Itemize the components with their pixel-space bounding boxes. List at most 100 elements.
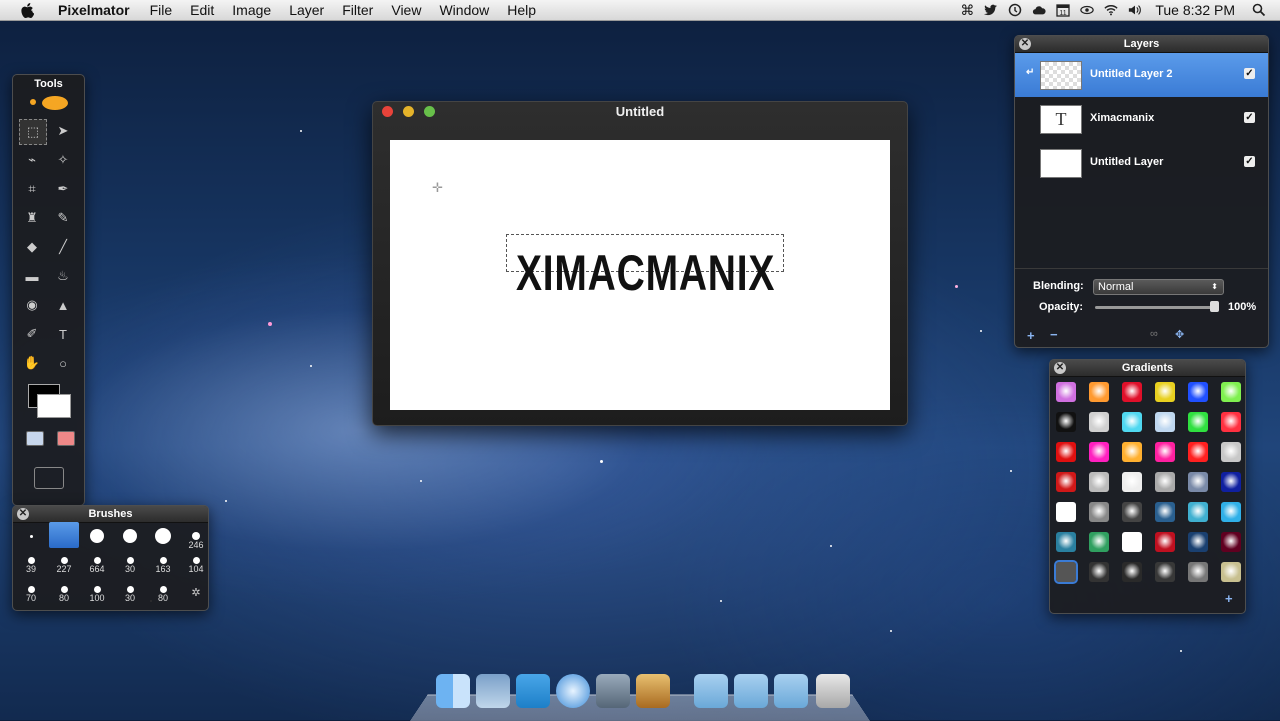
layer-settings-icon[interactable]: ✥ [1175, 328, 1184, 341]
mail-icon[interactable] [476, 674, 510, 708]
blending-select[interactable]: Normal ⬍ [1093, 279, 1224, 295]
pixelmator-app-icon[interactable] [636, 674, 670, 708]
menu-view[interactable]: View [382, 0, 430, 20]
gradient-swatch[interactable] [1188, 442, 1208, 462]
background-color-swatch[interactable] [37, 394, 71, 418]
gradient-swatch[interactable] [1221, 472, 1241, 492]
brush-preset[interactable]: 39 [16, 557, 46, 574]
gradient-swatch[interactable] [1056, 412, 1076, 432]
gradient-swatch[interactable] [1221, 502, 1241, 522]
menu-file[interactable]: File [141, 0, 182, 20]
layer-visibility-checkbox[interactable]: ✓ [1244, 112, 1255, 123]
brush-preset[interactable] [82, 528, 112, 543]
brush-preset[interactable]: 227 [49, 557, 79, 574]
gradient-swatch[interactable] [1089, 412, 1109, 432]
crop-tool-icon[interactable]: ⌗ [19, 177, 45, 201]
close-window-button[interactable] [382, 106, 393, 117]
layer-row-ximacmanix[interactable]: T Ximacmanix ✓ [1015, 97, 1268, 141]
gradient-swatch[interactable] [1089, 502, 1109, 522]
eye-icon[interactable] [1080, 3, 1095, 17]
wifi-icon[interactable] [1104, 3, 1118, 17]
rect-select-tool-icon[interactable]: ⬚ [19, 119, 47, 145]
timemachine-icon[interactable] [1008, 3, 1022, 17]
zoom-tool-icon[interactable]: ○ [50, 351, 76, 375]
close-icon[interactable]: ✕ [17, 508, 29, 520]
command-icon[interactable]: ⌘ [960, 3, 974, 17]
gradient-swatch[interactable] [1089, 442, 1109, 462]
add-gradient-icon[interactable]: + [1225, 591, 1233, 606]
trash-icon[interactable] [816, 674, 850, 708]
gradient-swatch[interactable] [1155, 472, 1175, 492]
paint-bucket-tool-icon[interactable]: ♨ [50, 264, 76, 288]
twitter-app-icon[interactable] [516, 674, 550, 708]
gradient-swatch[interactable] [1221, 442, 1241, 462]
gradient-swatch[interactable] [1122, 562, 1142, 582]
layer-row-untitled-layer-2[interactable]: ↵ Untitled Layer 2 ✓ [1015, 53, 1268, 97]
opacity-slider-thumb[interactable] [1210, 301, 1219, 312]
gradient-swatch[interactable] [1054, 560, 1078, 584]
close-icon[interactable]: ✕ [1054, 362, 1066, 374]
applications-folder-icon[interactable] [694, 674, 728, 708]
gradient-swatch[interactable] [1221, 562, 1241, 582]
menu-window[interactable]: Window [430, 0, 498, 20]
gradient-swatch[interactable] [1155, 562, 1175, 582]
clone-stamp-tool-icon[interactable]: ♜ [19, 206, 45, 230]
menu-edit[interactable]: Edit [181, 0, 223, 20]
canvas-text[interactable]: XIMACMANIX [516, 244, 775, 302]
brush-preset[interactable]: 664 [82, 557, 112, 574]
eyedropper-tool-icon[interactable]: ✒ [50, 177, 76, 201]
eraser-tool-icon[interactable]: ◆ [19, 235, 45, 259]
layer-row-untitled-layer[interactable]: Untitled Layer ✓ [1015, 141, 1268, 185]
quick-mask-icon[interactable] [26, 431, 44, 446]
layer-visibility-checkbox[interactable]: ✓ [1244, 68, 1255, 79]
brush-preset[interactable] [148, 528, 178, 544]
gradient-swatch[interactable] [1056, 472, 1076, 492]
menu-image[interactable]: Image [223, 0, 280, 20]
brush-preset[interactable]: 80 [148, 586, 178, 603]
gradient-swatch[interactable] [1221, 532, 1241, 552]
app-menu[interactable]: Pixelmator [46, 2, 141, 18]
pencil-tool-icon[interactable]: ✎ [50, 206, 76, 230]
menu-help[interactable]: Help [498, 0, 545, 20]
gradient-swatch[interactable] [1188, 382, 1208, 402]
image-canvas[interactable]: ✛ XIMACMANIX [390, 140, 890, 410]
gradient-swatch[interactable] [1188, 532, 1208, 552]
twitter-icon[interactable] [984, 3, 998, 17]
gradient-swatch[interactable] [1221, 382, 1241, 402]
gradient-swatch[interactable] [1089, 382, 1109, 402]
brush-preset[interactable]: 163 [148, 557, 178, 574]
gradient-swatch[interactable] [1188, 472, 1208, 492]
gradient-swatch[interactable] [1056, 532, 1076, 552]
screen-mode-icon[interactable] [34, 467, 64, 489]
gradient-swatch[interactable] [1155, 382, 1175, 402]
gradient-swatch[interactable] [1188, 412, 1208, 432]
mask-mode-icon[interactable] [57, 431, 75, 446]
gradient-swatch[interactable] [1056, 502, 1076, 522]
gradient-swatch[interactable] [1155, 412, 1175, 432]
zoom-window-button[interactable] [424, 106, 435, 117]
brush-preset[interactable]: 30 [115, 586, 145, 603]
gradient-swatch[interactable] [1188, 562, 1208, 582]
shape-tool-icon[interactable]: ▬ [19, 264, 45, 288]
gradient-swatch[interactable] [1089, 532, 1109, 552]
gradient-swatch[interactable] [1056, 442, 1076, 462]
gradient-swatch[interactable] [1056, 382, 1076, 402]
brush-preset[interactable]: 80 [49, 586, 79, 603]
brush-preset[interactable] [115, 528, 145, 543]
menu-filter[interactable]: Filter [333, 0, 382, 20]
gradient-swatch[interactable] [1122, 532, 1142, 552]
smudge-tool-icon[interactable]: ▲ [50, 293, 76, 317]
add-layer-icon[interactable]: + [1027, 328, 1035, 343]
brush-preset[interactable]: 104 [181, 557, 208, 574]
gradient-swatch[interactable] [1188, 502, 1208, 522]
opacity-slider-track[interactable] [1095, 306, 1219, 309]
calendar-icon[interactable]: 11 [1056, 3, 1071, 17]
volume-icon[interactable] [1128, 3, 1142, 17]
finder-icon[interactable] [436, 674, 470, 708]
remove-layer-icon[interactable]: − [1050, 327, 1058, 342]
gradient-swatch[interactable] [1155, 532, 1175, 552]
brush-preset[interactable]: 30 [115, 557, 145, 574]
link-layers-icon[interactable]: ∞ [1150, 328, 1158, 340]
layer-visibility-checkbox[interactable]: ✓ [1244, 156, 1255, 167]
gradient-swatch[interactable] [1122, 472, 1142, 492]
